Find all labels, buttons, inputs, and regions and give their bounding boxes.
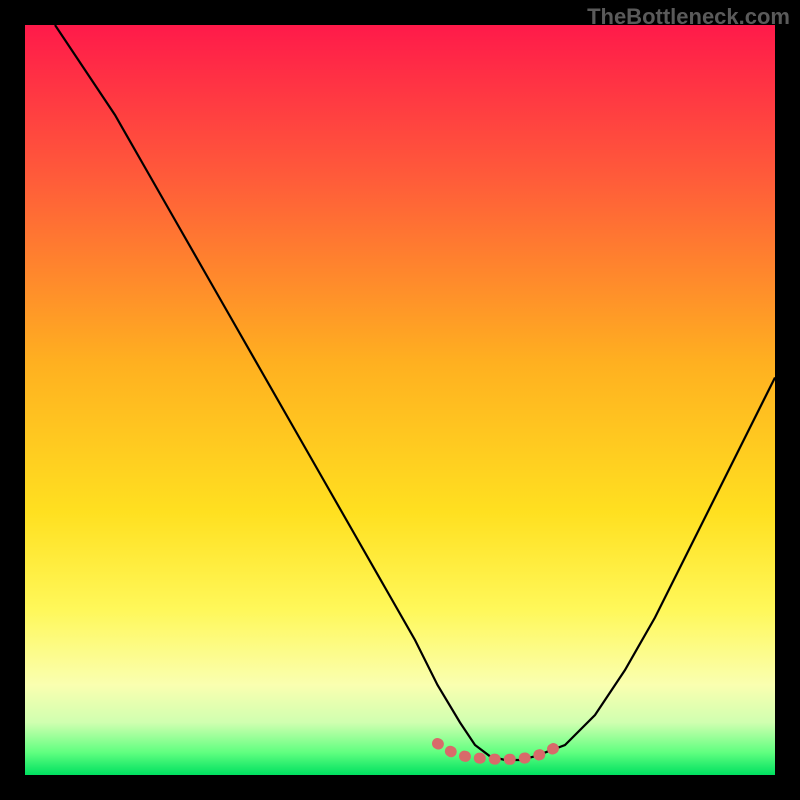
gradient-background xyxy=(25,25,775,775)
watermark-text: TheBottleneck.com xyxy=(587,4,790,30)
bottleneck-chart xyxy=(25,25,775,775)
chart-container xyxy=(25,25,775,775)
